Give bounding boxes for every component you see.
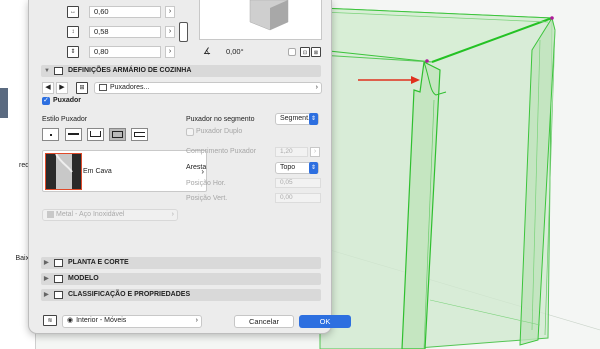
section-model[interactable]: ▶ MODELO — [41, 273, 321, 285]
width-icon: ↔ — [67, 6, 79, 18]
vpos-field[interactable]: 0,00 — [275, 193, 321, 203]
section-plan-section[interactable]: ▶ PLANTA E CORTE — [41, 257, 321, 269]
angle-icon: ∡ — [202, 46, 212, 56]
hpos-label: Posição Hor. — [186, 180, 226, 187]
eye-icon: ◉ — [67, 317, 74, 324]
collapse-triangle-icon: ▼ — [44, 68, 50, 74]
mirror-checkbox[interactable] — [288, 48, 296, 56]
page-tree-icon[interactable]: ⊞ — [76, 82, 88, 94]
page-dropdown[interactable]: Puxadores... › — [94, 82, 322, 94]
layers-icon: ≋ — [43, 315, 57, 326]
expand-triangle-icon: ▶ — [44, 292, 49, 298]
depth-icon: ↕ — [67, 26, 79, 38]
mirror-x-icon[interactable]: ⊡ — [300, 47, 310, 57]
page-dropdown-icon — [99, 83, 107, 91]
segment-dropdown[interactable]: Segment... ⇕ — [275, 113, 319, 125]
chevron-right-icon: › — [315, 84, 318, 91]
height-arrow-button[interactable]: › — [165, 46, 175, 58]
depth-field[interactable]: 0,58 — [89, 26, 161, 38]
height-field[interactable]: 0,80 — [89, 46, 161, 58]
height-icon: ⇕ — [67, 46, 79, 58]
edge-dropdown[interactable]: Topo ⇕ — [275, 162, 319, 174]
handle-style-bar-button[interactable] — [65, 128, 82, 141]
model-cube-icon — [54, 275, 63, 283]
updown-chevron-icon: ⇕ — [309, 113, 318, 125]
ok-button[interactable]: OK — [299, 315, 351, 328]
handle-thumbnail — [45, 153, 82, 190]
width-field[interactable]: 0,60 — [89, 6, 161, 18]
length-arrow-button[interactable]: › — [310, 147, 320, 157]
chevron-right-icon: › — [195, 317, 198, 324]
object-settings-dialog: ↔ 0,60 › ↕ 0,58 › ⇕ 0,80 › ∡ 0,00° ⊡ ⊠ ▼… — [28, 0, 351, 334]
prev-page-button[interactable]: ◀ — [42, 82, 54, 94]
width-arrow-button[interactable]: › — [165, 6, 175, 18]
handle-style-edge-button[interactable] — [131, 128, 148, 141]
layer-dropdown[interactable]: ◉ Interior - Móveis › — [62, 315, 202, 328]
edge-label: Aresta — [186, 164, 207, 171]
handle-style-knob-button[interactable] — [42, 128, 59, 141]
chain-link-icon[interactable] — [179, 22, 188, 42]
hpos-field[interactable]: 0,05 — [275, 178, 321, 188]
segment-label: Puxador no segmento — [186, 116, 255, 123]
section-kitchen-settings[interactable]: ▼ DEFINIÇÕES ARMÁRIO DE COZINHA — [41, 65, 321, 77]
cancel-button[interactable]: Cancelar — [234, 315, 294, 328]
mirror-y-icon[interactable]: ⊠ — [311, 47, 321, 57]
double-handle-checkbox[interactable] — [186, 128, 194, 136]
handle-type-selector[interactable]: Em Cava › — [42, 150, 207, 192]
chevron-right-icon: › — [171, 211, 174, 218]
kitchen-settings-icon — [54, 67, 63, 75]
handle-checkbox[interactable]: ✓ — [42, 97, 50, 105]
expand-triangle-icon: ▶ — [44, 276, 49, 282]
angle-field[interactable]: 0,00° — [222, 47, 282, 59]
cabinet-preview-image — [249, 0, 289, 31]
handle-style-recess-button[interactable] — [87, 128, 104, 141]
handle-style-groove-button[interactable] — [109, 128, 126, 141]
handle-checkbox-label: Puxador — [53, 97, 82, 104]
expand-triangle-icon: ▶ — [44, 260, 49, 266]
updown-chevron-icon: ⇕ — [309, 162, 318, 174]
depth-arrow-button[interactable]: › — [165, 26, 175, 38]
handle-style-label: Estilo Puxador — [42, 116, 88, 123]
vpos-label: Posição Vert. — [186, 195, 228, 202]
length-field[interactable]: 1,20 — [275, 147, 308, 157]
material-swatch — [47, 210, 54, 218]
length-label: Comprimento Puxador — [186, 148, 257, 155]
classification-icon — [54, 291, 63, 299]
material-dropdown[interactable]: Metal - Aço Inoxidável › — [42, 209, 178, 221]
handle-type-name: Em Cava — [83, 168, 112, 175]
section-classification[interactable]: ▶ CLASSIFICAÇÃO E PROPRIEDADES — [41, 289, 321, 301]
plan-icon — [54, 259, 63, 267]
next-page-button[interactable]: ▶ — [56, 82, 68, 94]
double-handle-label: Puxador Duplo — [196, 128, 243, 135]
library-thumbnail[interactable] — [0, 88, 8, 118]
preview-box — [199, 0, 322, 40]
